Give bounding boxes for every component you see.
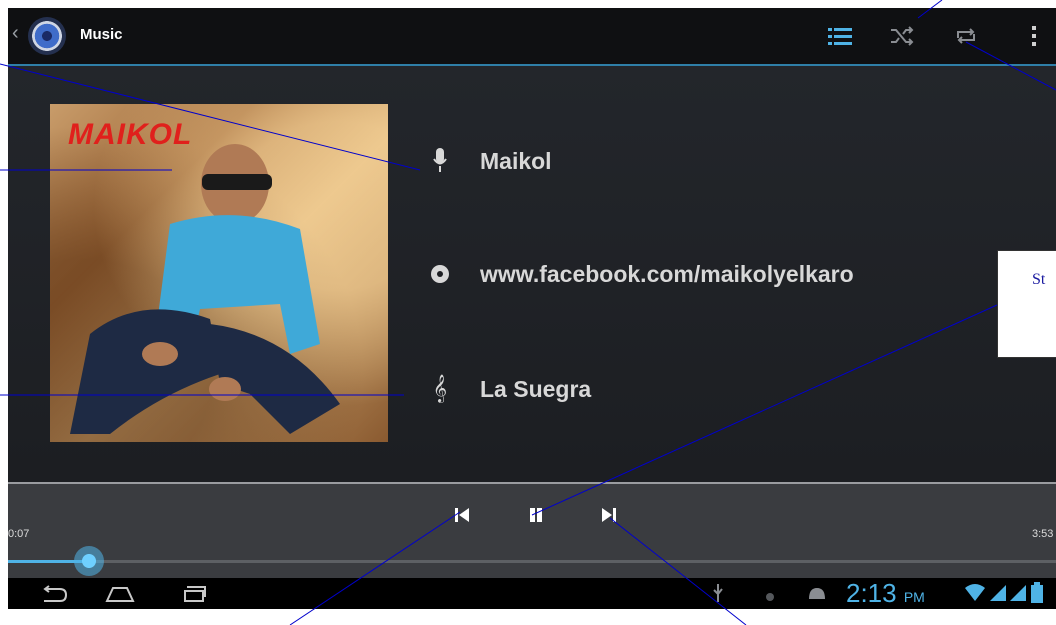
app-title: Music	[80, 26, 123, 43]
clock-time: 2:13	[846, 578, 897, 608]
home-icon[interactable]	[100, 581, 140, 607]
duration-time: 3:53	[1032, 528, 1054, 540]
pause-icon	[530, 508, 542, 522]
treble-clef-icon: 𝄞	[432, 375, 448, 402]
seek-bar[interactable]	[8, 560, 1056, 563]
system-clock: 2:13 PM	[846, 578, 925, 609]
album-name: www.facebook.com/maikolyelkaro	[480, 260, 854, 287]
notification-dot-icon	[765, 589, 775, 607]
repeat-icon[interactable]	[952, 22, 980, 50]
music-player-screen: ‹ Music MAIKOL Maikol www.facebook.com/m…	[8, 8, 1056, 609]
playback-controls: 0:07 3:53	[8, 482, 1056, 580]
recent-apps-icon[interactable]	[174, 581, 214, 607]
song-title: La Suegra	[480, 375, 592, 402]
music-app-icon[interactable]	[28, 17, 66, 55]
annotation-callout-text: St	[1032, 271, 1046, 288]
album-art-figure	[70, 144, 340, 434]
next-button[interactable]	[596, 502, 622, 528]
shuffle-icon[interactable]	[888, 22, 916, 50]
usb-icon	[712, 583, 724, 608]
annotation-callout-box: St	[997, 250, 1056, 358]
battery-icon	[1030, 582, 1044, 609]
playlist-icon[interactable]	[826, 22, 854, 50]
album-art: MAIKOL	[50, 104, 388, 442]
system-navigation-bar: 2:13 PM	[8, 578, 1056, 609]
clock-ampm: PM	[903, 589, 925, 605]
previous-icon	[455, 508, 469, 522]
disc-icon	[428, 259, 452, 289]
microphone-icon	[428, 146, 452, 176]
album-row: www.facebook.com/maikolyelkaro	[428, 259, 854, 289]
wifi-icon	[965, 584, 985, 607]
seek-bar-thumb[interactable]	[74, 546, 105, 576]
now-playing-panel: MAIKOL Maikol www.facebook.com/maikolyel…	[8, 66, 1056, 482]
artist-name: Maikol	[480, 147, 552, 174]
overflow-menu-icon[interactable]	[1020, 22, 1048, 50]
back-caret-icon[interactable]: ‹	[12, 22, 19, 45]
back-icon[interactable]	[34, 581, 74, 607]
artist-row: Maikol	[428, 146, 552, 176]
elapsed-time: 0:07	[8, 528, 30, 540]
next-icon	[602, 508, 616, 522]
signal-icon	[990, 584, 1006, 607]
album-art-text: MAIKOL	[68, 118, 193, 151]
action-bar: ‹ Music	[8, 8, 1056, 66]
pause-button[interactable]	[523, 502, 549, 528]
android-debug-icon	[808, 586, 826, 605]
cell-signal-icon	[1010, 584, 1026, 607]
song-row: 𝄞 La Suegra	[428, 374, 591, 404]
previous-button[interactable]	[449, 502, 475, 528]
